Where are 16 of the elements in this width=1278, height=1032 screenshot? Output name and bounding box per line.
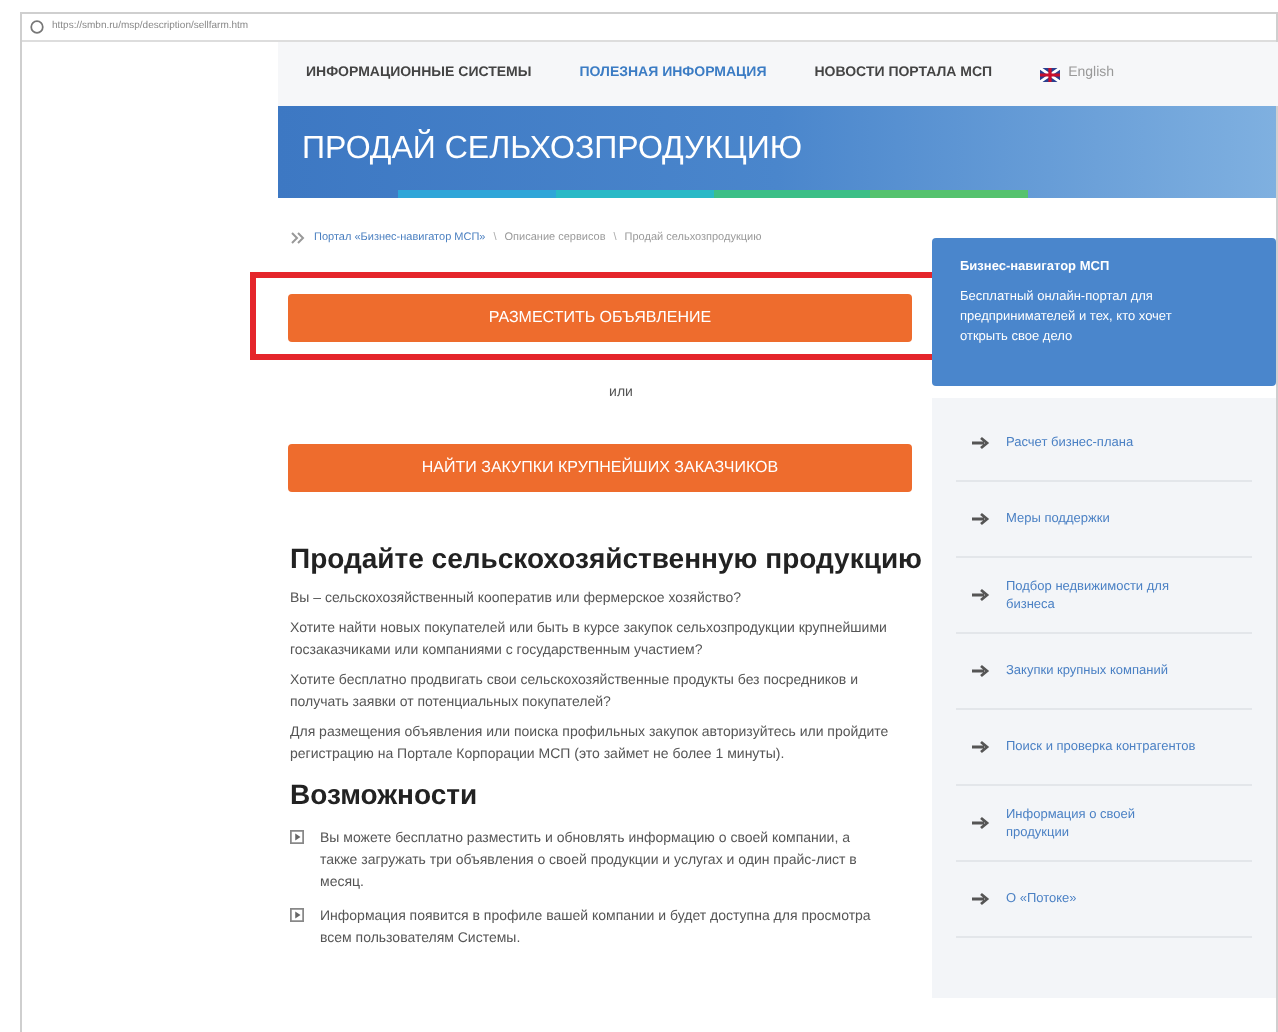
- section-heading: Продайте сельскохозяйственную продукцию: [290, 539, 925, 578]
- arrow-right-icon: [972, 892, 990, 906]
- arrow-right-icon: [972, 740, 990, 754]
- arrow-right-icon: [972, 436, 990, 450]
- arrow-right-icon: [972, 588, 990, 602]
- double-chevron-icon: [290, 232, 306, 244]
- arrow-right-icon: [972, 512, 990, 526]
- arrow-right-icon: [972, 816, 990, 830]
- action-button[interactable]: НАЙТИ ЗАКУПКИ КРУПНЕЙШИХ ЗАКАЗЧИКОВ: [288, 443, 912, 491]
- flag-icon: [1040, 67, 1061, 81]
- play-bullet-icon: [290, 829, 304, 843]
- play-bullet-icon: [290, 907, 304, 921]
- section-heading: Возможности: [290, 775, 480, 813]
- banner-title: ПРОДАЙ СЕЛЬХОЗПРОДУКЦИЮ: [300, 127, 805, 170]
- action-button[interactable]: РАЗМЕСТИТЬ ОБЪЯВЛЕНИЕ: [288, 294, 912, 342]
- arrow-right-icon: [972, 664, 990, 678]
